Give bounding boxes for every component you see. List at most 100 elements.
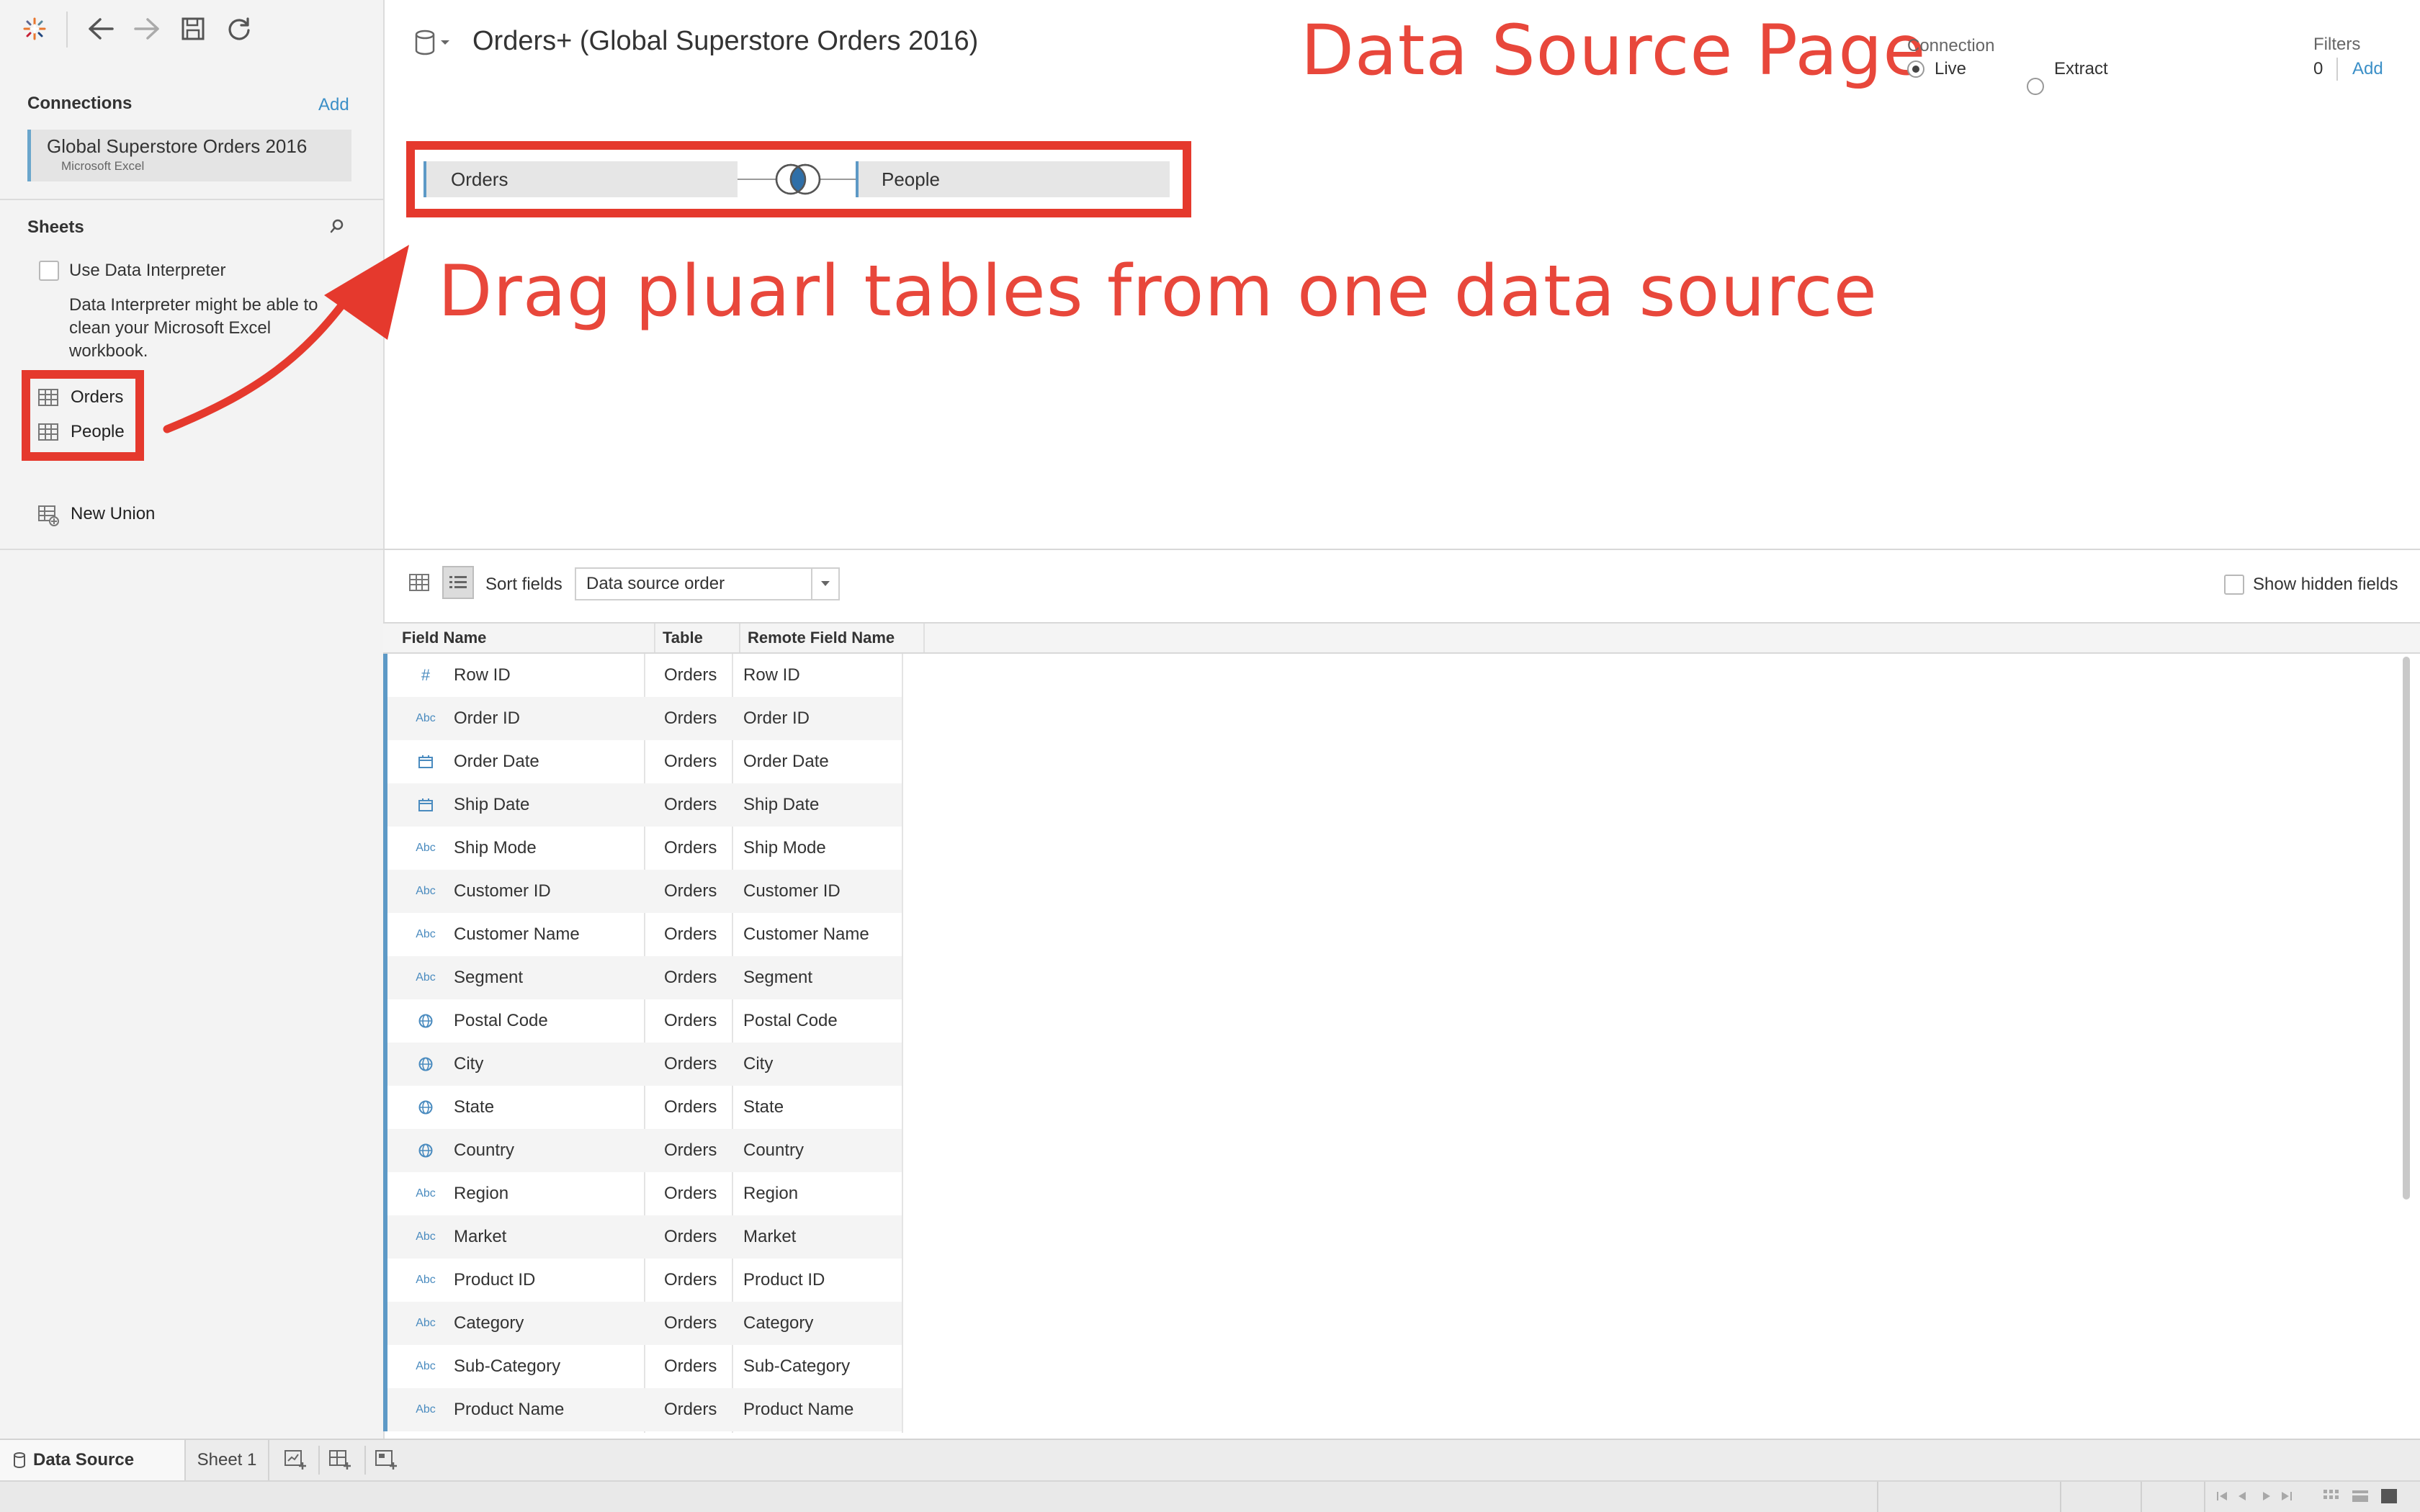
- table-row[interactable]: Abc Product Name Orders Product Name: [383, 1388, 902, 1431]
- column-header-table[interactable]: Table: [655, 624, 740, 652]
- field-name-cell: Market: [454, 1227, 507, 1246]
- search-sheets-icon[interactable]: [328, 217, 346, 235]
- table-row[interactable]: Ship Date Orders Ship Date: [383, 783, 902, 827]
- field-name-cell: Segment: [454, 968, 524, 987]
- table-row[interactable]: Abc Market Orders Market: [383, 1215, 902, 1259]
- table-row[interactable]: # Row ID Orders Row ID: [383, 654, 902, 697]
- table-cell: Orders: [664, 1184, 717, 1203]
- table-row[interactable]: Abc Segment Orders Segment: [383, 956, 902, 999]
- field-name-cell: Ship Mode: [454, 838, 537, 858]
- column-divider: [902, 654, 903, 1433]
- save-icon[interactable]: [177, 13, 209, 45]
- interpreter-note-line3: workbook.: [69, 341, 148, 361]
- table-row[interactable]: Abc Customer Name Orders Customer Name: [383, 913, 902, 956]
- column-header-field-name[interactable]: Field Name: [395, 624, 655, 652]
- toolbar-separator: [66, 12, 68, 48]
- remote-field-cell: Row ID: [743, 665, 800, 685]
- sort-fields-label: Sort fields: [485, 575, 563, 594]
- field-name-cell: Postal Code: [454, 1011, 548, 1030]
- tableau-logo-icon[interactable]: [19, 13, 50, 45]
- field-name-cell: Customer Name: [454, 924, 580, 944]
- show-hidden-fields-label: Show hidden fields: [2253, 575, 2398, 594]
- tab-data-source[interactable]: Data Source: [0, 1440, 186, 1480]
- extract-radio[interactable]: [2027, 78, 2044, 95]
- remote-field-cell: Country: [743, 1140, 805, 1160]
- annotation-title: Data Source Page: [1301, 10, 1927, 91]
- datasource-icon[interactable]: [413, 29, 454, 58]
- sheet-nav-controls[interactable]: [2214, 1489, 2315, 1503]
- field-name-cell: Product ID: [454, 1270, 536, 1290]
- table-cell: Orders: [664, 881, 717, 901]
- column-header-remote-field-name[interactable]: Remote Field Name: [740, 624, 925, 652]
- field-name-cell: Sub-Category: [454, 1356, 561, 1376]
- remote-field-cell: Segment: [743, 968, 813, 987]
- new-worksheet-icon[interactable]: [281, 1446, 310, 1475]
- table-row[interactable]: Abc Product ID Orders Product ID: [383, 1259, 902, 1302]
- connections-title: Connections: [27, 94, 133, 113]
- table-row[interactable]: Abc Ship Mode Orders Ship Mode: [383, 827, 902, 870]
- add-connection-link[interactable]: Add: [318, 95, 349, 115]
- table-row[interactable]: Postal Code Orders Postal Code: [383, 999, 902, 1043]
- live-label: Live: [1935, 59, 1967, 78]
- show-hidden-fields-checkbox[interactable]: [2224, 575, 2244, 595]
- table-row[interactable]: Order Date Orders Order Date: [383, 740, 902, 783]
- table-row[interactable]: Abc Sub-Category Orders Sub-Category: [383, 1345, 902, 1388]
- table-cell: Orders: [664, 1011, 717, 1030]
- table-cell: Orders: [664, 1270, 717, 1290]
- new-union-item[interactable]: New Union: [37, 500, 155, 528]
- sort-fields-select[interactable]: Data source order: [575, 567, 840, 600]
- string-type-icon: Abc: [416, 1317, 436, 1329]
- connection-type: Microsoft Excel: [61, 159, 145, 173]
- live-radio[interactable]: [1907, 60, 1924, 78]
- remote-field-cell: City: [743, 1054, 774, 1074]
- string-type-icon: Abc: [416, 842, 436, 854]
- string-type-icon: Abc: [416, 712, 436, 724]
- status-bar: [0, 1480, 2420, 1512]
- field-name-cell: Product Name: [454, 1400, 565, 1419]
- connection-name: Global Superstore Orders 2016: [47, 135, 308, 157]
- show-sheet-icon[interactable]: [2380, 1488, 2398, 1505]
- string-type-icon: Abc: [416, 1403, 436, 1416]
- datasource-title[interactable]: Orders+ (Global Superstore Orders 2016): [472, 26, 978, 57]
- table-cell: Orders: [664, 795, 717, 814]
- remote-field-cell: Customer Name: [743, 924, 869, 944]
- back-arrow-icon[interactable]: [85, 13, 117, 45]
- use-data-interpreter-checkbox[interactable]: [39, 261, 59, 281]
- chevron-down-icon: [811, 569, 838, 599]
- table-row[interactable]: State Orders State: [383, 1086, 902, 1129]
- show-filmstrip-icon[interactable]: [2322, 1488, 2341, 1505]
- field-name-cell: Category: [454, 1313, 524, 1333]
- status-separator: [1877, 1482, 1878, 1512]
- datasource-tab-icon: [13, 1452, 26, 1469]
- tab-separator: [318, 1446, 320, 1475]
- new-story-icon[interactable]: [372, 1446, 400, 1475]
- field-name-cell: Row ID: [454, 665, 511, 685]
- table-row[interactable]: Abc Order ID Orders Order ID: [383, 697, 902, 740]
- table-row[interactable]: Country Orders Country: [383, 1129, 902, 1172]
- status-separator: [2141, 1482, 2142, 1512]
- table-cell: Orders: [664, 924, 717, 944]
- table-row[interactable]: City Orders City: [383, 1043, 902, 1086]
- refresh-icon[interactable]: [223, 13, 255, 45]
- forward-arrow-icon[interactable]: [131, 13, 163, 45]
- vertical-scrollbar[interactable]: [2403, 657, 2410, 1200]
- connection-label: Connection: [1907, 36, 1995, 55]
- grid-view-icon[interactable]: [403, 566, 435, 599]
- table-cell: Orders: [664, 708, 717, 728]
- table-row[interactable]: Abc Customer ID Orders Customer ID: [383, 870, 902, 913]
- remote-field-cell: Product ID: [743, 1270, 825, 1290]
- tab-data-source-label: Data Source: [33, 1450, 135, 1470]
- globe-icon: [409, 1143, 442, 1158]
- table-cell: Orders: [664, 1313, 717, 1333]
- string-type-icon: Abc: [416, 971, 436, 984]
- table-row[interactable]: Abc Category Orders Category: [383, 1302, 902, 1345]
- connection-item[interactable]: Global Superstore Orders 2016 Microsoft …: [27, 130, 351, 181]
- add-filter-link[interactable]: Add: [2352, 59, 2383, 79]
- list-view-icon[interactable]: [442, 566, 474, 599]
- tab-sheet-1[interactable]: Sheet 1: [186, 1440, 269, 1480]
- sheet-tab-bar: [0, 1439, 2420, 1480]
- remote-field-cell: Ship Date: [743, 795, 820, 814]
- table-row[interactable]: Abc Region Orders Region: [383, 1172, 902, 1215]
- show-tabs-icon[interactable]: [2351, 1488, 2370, 1505]
- new-dashboard-icon[interactable]: [326, 1446, 354, 1475]
